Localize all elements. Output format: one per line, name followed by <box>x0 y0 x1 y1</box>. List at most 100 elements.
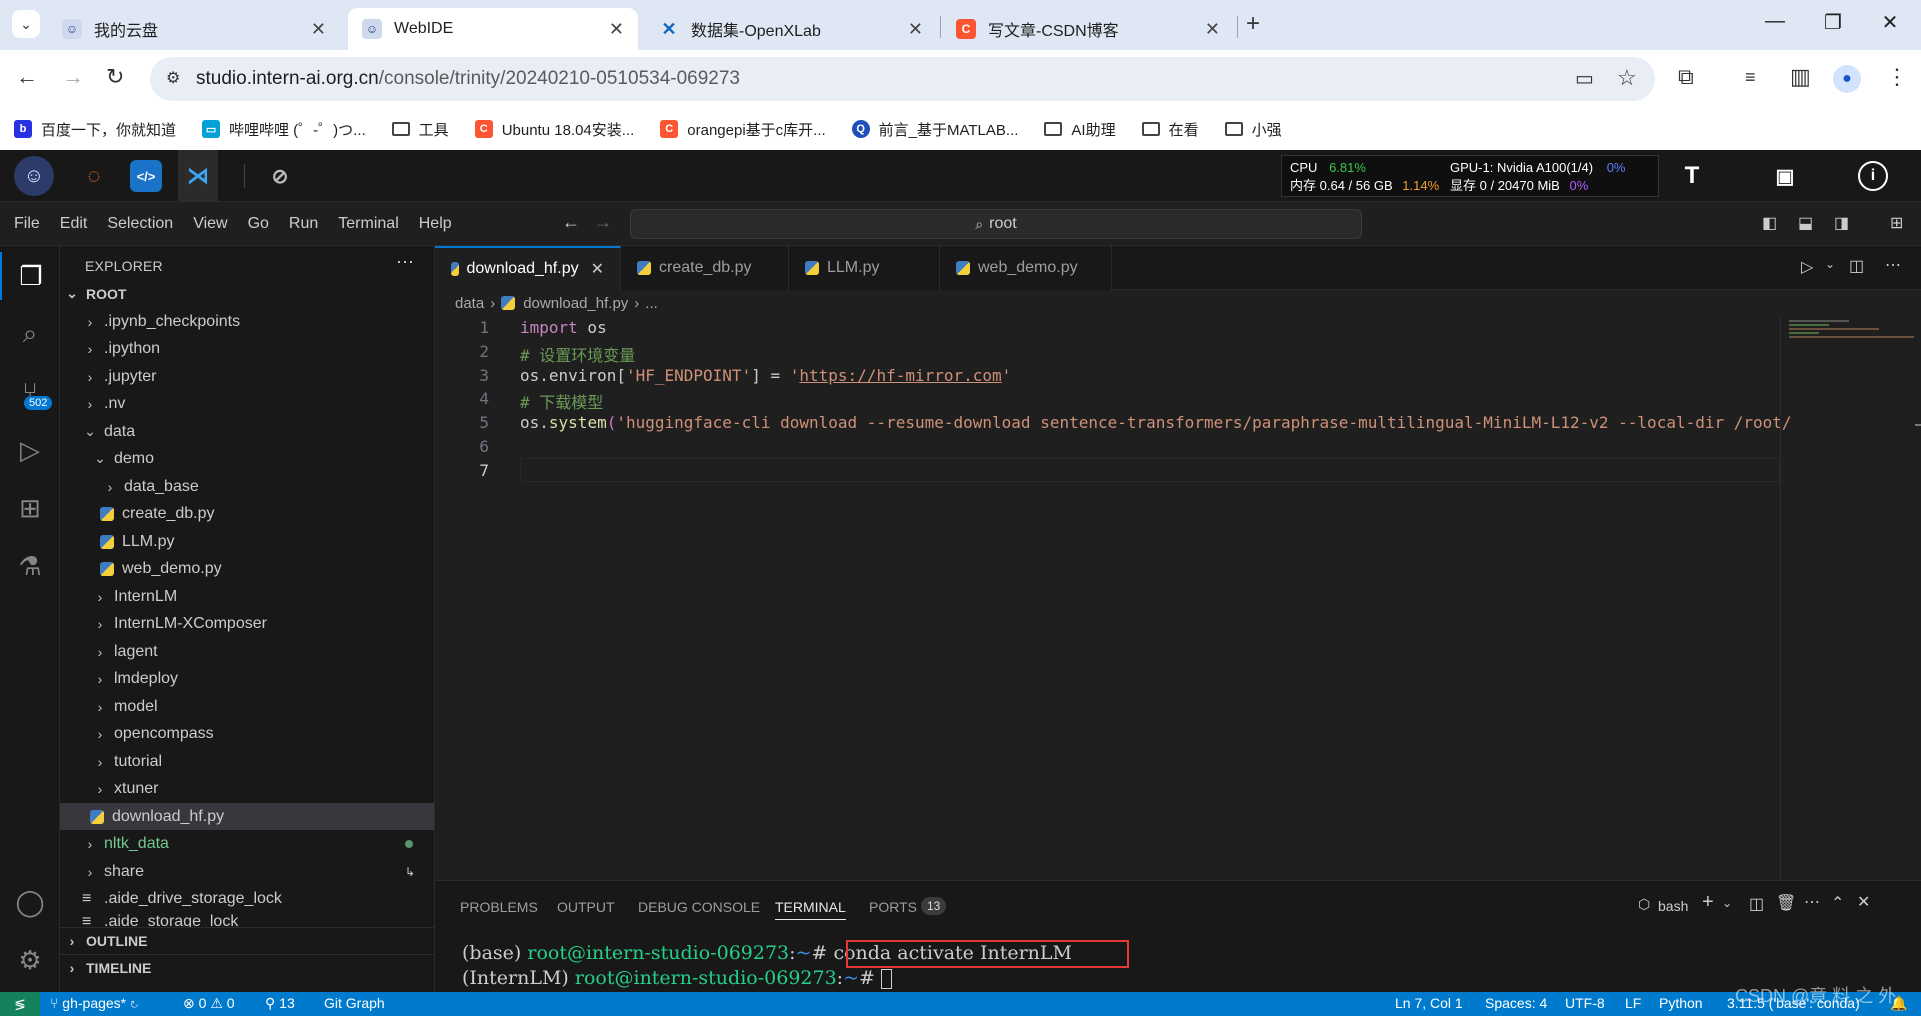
tree-item[interactable]: › .jupyter <box>60 363 434 390</box>
back-icon[interactable]: ← <box>16 64 38 90</box>
close-icon[interactable]: ✕ <box>1205 19 1220 40</box>
tree-item[interactable]: › lagent <box>60 638 434 665</box>
code-link[interactable]: https://hf-mirror.com <box>799 366 1001 385</box>
vscode-icon[interactable]: ⋊ <box>178 150 218 202</box>
search-icon[interactable]: ⌕ <box>0 310 60 358</box>
forward-icon[interactable]: → <box>62 64 84 90</box>
site-settings-icon[interactable]: ⚙ <box>166 68 180 88</box>
tree-item[interactable]: › .ipython <box>60 335 434 362</box>
bookmark-xiaoqiang[interactable]: 小强 <box>1224 119 1282 140</box>
explorer-root[interactable]: ⌄ ROOT <box>60 280 434 307</box>
info-icon[interactable]: i <box>1858 161 1888 191</box>
timeline-section[interactable]: › TIMELINE <box>60 954 434 981</box>
terminal-line[interactable]: (InternLM) root@intern-studio-069273:~# <box>462 967 892 989</box>
panel-tab-problems[interactable]: PROBLEMS <box>460 899 538 915</box>
side-panel-icon[interactable]: ▥ <box>1790 64 1811 90</box>
tree-item[interactable]: › InternLM <box>60 583 434 610</box>
editor-tab-llm[interactable]: LLM.py <box>789 246 940 290</box>
window-close-icon[interactable]: ✕ <box>1875 10 1905 35</box>
browser-menu-icon[interactable]: ⋮ <box>1886 64 1908 90</box>
tree-item[interactable]: ⌄ demo <box>60 445 434 472</box>
problems-indicator[interactable]: ⊗ 0 ⚠ 0 <box>183 995 235 1012</box>
panel-tab-terminal[interactable]: TERMINAL <box>775 899 846 920</box>
new-terminal-icon[interactable]: + <box>1702 891 1714 914</box>
browser-tab-openxlab[interactable]: ✕ 数据集-OpenXLab ✕ <box>645 8 937 50</box>
profile-avatar[interactable]: ● <box>1833 65 1861 93</box>
tree-item[interactable]: › model <box>60 693 434 720</box>
breadcrumb-item[interactable]: data <box>455 295 484 312</box>
more-actions-icon[interactable]: ⋯ <box>1885 255 1901 275</box>
browser-tab-csdn[interactable]: C 写文章-CSDN博客 ✕ <box>942 8 1234 50</box>
menu-go[interactable]: Go <box>238 215 279 233</box>
intern-logo-icon[interactable]: ☺ <box>14 156 54 196</box>
toggle-secondary-sidebar-icon[interactable]: ◨ <box>1834 213 1849 233</box>
tensorflow-icon[interactable]: T <box>1676 160 1708 192</box>
cursor-position[interactable]: Ln 7, Col 1 <box>1395 995 1463 1011</box>
tree-item[interactable]: › InternLM-XComposer <box>60 610 434 637</box>
code-editor[interactable]: 1 2 3 4 5 6 7 import os # 设置环境变量 os.envi… <box>435 316 1921 880</box>
media-icon[interactable]: ≡ <box>1745 67 1756 88</box>
bookmark-tools[interactable]: 工具 <box>391 119 449 140</box>
tree-item[interactable]: ≡ .aide_drive_storage_lock <box>60 885 434 912</box>
more-actions-icon[interactable]: ⋯ <box>396 252 414 273</box>
jupyter-icon[interactable]: ◌ <box>78 160 110 192</box>
editor-tab-download-hf[interactable]: download_hf.py ✕ <box>435 246 621 290</box>
tree-item[interactable]: › nltk_data <box>60 830 434 857</box>
minimize-icon[interactable]: — <box>1760 10 1790 33</box>
toggle-sidebar-icon[interactable]: ◧ <box>1762 213 1777 233</box>
menu-run[interactable]: Run <box>279 215 328 233</box>
image-settings-icon[interactable]: ▣ <box>1769 160 1801 192</box>
bookmark-orangepi[interactable]: Corangepi基于c库开... <box>660 119 826 140</box>
tree-item[interactable]: › .ipynb_checkpoints <box>60 308 434 335</box>
tree-item[interactable]: › xtuner <box>60 775 434 802</box>
bookmark-ai-assistant[interactable]: AI助理 <box>1044 119 1116 140</box>
bookmark-star-icon[interactable]: ☆ <box>1617 65 1637 91</box>
menu-terminal[interactable]: Terminal <box>328 215 408 233</box>
menu-help[interactable]: Help <box>409 215 462 233</box>
tree-item[interactable]: › data_base <box>60 473 434 500</box>
remote-indicator-icon[interactable]: ≶ <box>0 992 40 1016</box>
reload-icon[interactable]: ↻ <box>106 64 124 90</box>
end-of-line[interactable]: LF <box>1625 995 1641 1011</box>
menu-file[interactable]: File <box>0 215 50 233</box>
bookmark-watching[interactable]: 在看 <box>1141 119 1199 140</box>
breadcrumb-item[interactable]: ... <box>645 295 658 312</box>
menu-view[interactable]: View <box>183 215 237 233</box>
minimap[interactable] <box>1780 316 1921 880</box>
menu-selection[interactable]: Selection <box>97 215 183 233</box>
compass-icon[interactable]: ⊘ <box>264 160 296 192</box>
manage-gear-icon[interactable]: ⚙ <box>0 936 60 984</box>
tree-item[interactable]: web_demo.py <box>60 555 434 582</box>
git-branch[interactable]: ⑂ gh-pages* ↻ <box>50 995 138 1011</box>
maximize-panel-icon[interactable]: ⌃ <box>1831 893 1844 913</box>
address-bar[interactable]: ⚙ studio.intern-ai.org.cn/console/trinit… <box>150 57 1655 101</box>
panel-tab-ports[interactable]: PORTS <box>869 899 917 915</box>
close-icon[interactable]: ✕ <box>908 19 923 40</box>
panel-tab-output[interactable]: OUTPUT <box>557 899 615 915</box>
run-debug-icon[interactable]: ▷ <box>0 426 60 474</box>
customize-layout-icon[interactable]: ⊞ <box>1890 213 1903 233</box>
bookmark-matlab[interactable]: Q 前言_基于MATLAB... <box>851 119 1018 140</box>
restore-icon[interactable]: ❐ <box>1818 10 1848 35</box>
sync-icon[interactable]: ↻ <box>130 995 138 1011</box>
terminal-shell-label[interactable]: bash <box>1658 898 1688 914</box>
close-icon[interactable]: ✕ <box>609 19 624 40</box>
bookmark-bilibili[interactable]: ▭ 哔哩哔哩 (゜-゜)つ... <box>202 119 366 140</box>
tree-item-selected[interactable]: download_hf.py <box>60 803 434 830</box>
split-editor-icon[interactable]: ◫ <box>1849 256 1864 276</box>
trash-icon[interactable]: 🗑 <box>1776 893 1796 913</box>
panel-tab-debug-console[interactable]: DEBUG CONSOLE <box>638 899 760 915</box>
chevron-down-icon[interactable]: ⌄ <box>1722 896 1732 910</box>
source-control-icon[interactable]: ⑂ 502 <box>0 368 60 416</box>
chevron-down-icon[interactable]: ⌄ <box>1825 257 1835 271</box>
forwarded-ports[interactable]: ⚲ 13 <box>265 995 295 1012</box>
tree-item[interactable]: ⌄ data <box>60 418 434 445</box>
new-tab-button[interactable]: + <box>1246 10 1260 38</box>
browser-tab-webide[interactable]: ☺ WebIDE ✕ <box>348 8 638 50</box>
tree-item[interactable]: › .nv <box>60 390 434 417</box>
breadcrumb-item[interactable]: download_hf.py <box>523 295 628 312</box>
tree-item[interactable]: › tutorial <box>60 748 434 775</box>
testing-icon[interactable]: ⚗ <box>0 542 60 590</box>
tree-item[interactable]: LLM.py <box>60 528 434 555</box>
tree-item[interactable]: create_db.py <box>60 500 434 527</box>
